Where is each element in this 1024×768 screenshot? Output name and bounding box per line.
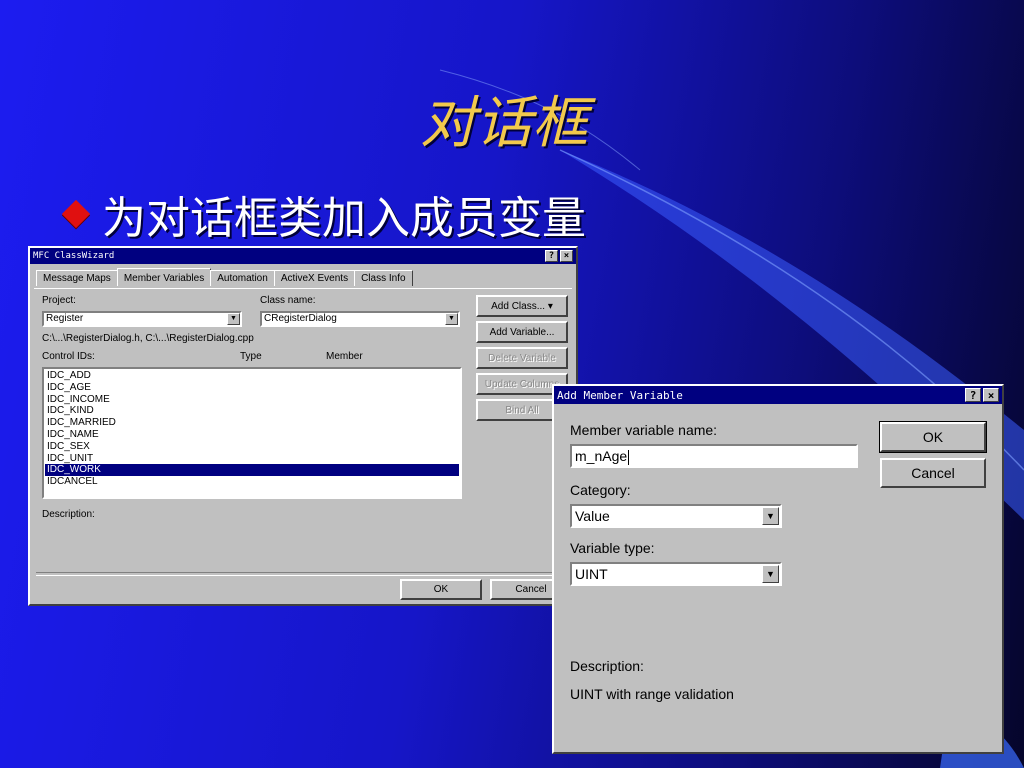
list-item[interactable]: IDCANCEL <box>45 476 459 488</box>
close-button[interactable]: × <box>983 388 999 402</box>
add-member-titlebar[interactable]: Add Member Variable ? × <box>554 386 1002 404</box>
tab-class-info[interactable]: Class Info <box>354 270 413 286</box>
classwizard-titlebar[interactable]: MFC ClassWizard ? × <box>30 248 576 264</box>
variable-type-value: UINT <box>575 566 608 582</box>
add-variable-button[interactable]: Add Variable... <box>476 321 568 343</box>
project-label: Project: <box>42 295 76 306</box>
list-item[interactable]: IDC_UNIT <box>45 453 459 465</box>
description-label: Description: <box>42 509 95 520</box>
file-paths: C:\...\RegisterDialog.h, C:\...\Register… <box>42 333 254 344</box>
project-select[interactable]: Register ▼ <box>42 311 242 327</box>
tab-activex-events[interactable]: ActiveX Events <box>273 270 356 286</box>
delete-variable-button[interactable]: Delete Variable <box>476 347 568 369</box>
tab-message-maps[interactable]: Message Maps <box>36 270 118 286</box>
help-button[interactable]: ? <box>545 250 558 262</box>
help-button[interactable]: ? <box>965 388 981 402</box>
list-item[interactable]: IDC_ADD <box>45 370 459 382</box>
close-button[interactable]: × <box>560 250 573 262</box>
variable-type-select[interactable]: UINT ▼ <box>570 562 782 586</box>
control-ids-label: Control IDs: <box>42 351 95 362</box>
bullet-item: 为对话框类加入成员变量 <box>61 182 586 246</box>
project-value: Register <box>46 313 84 324</box>
chevron-down-icon[interactable]: ▼ <box>762 565 779 583</box>
category-value: Value <box>575 508 610 524</box>
tab-automation[interactable]: Automation <box>210 270 275 286</box>
class-name-label: Class name: <box>260 295 316 306</box>
chevron-down-icon[interactable]: ▼ <box>227 313 240 325</box>
description-label: Description: <box>570 658 644 674</box>
chevron-down-icon[interactable]: ▼ <box>762 507 779 525</box>
add-member-title: Add Member Variable <box>557 388 683 402</box>
list-item[interactable]: IDC_AGE <box>45 382 459 394</box>
list-item[interactable]: IDC_KIND <box>45 405 459 417</box>
list-item[interactable]: IDC_INCOME <box>45 394 459 406</box>
list-item-selected[interactable]: IDC_WORK <box>45 464 459 477</box>
chevron-down-icon[interactable]: ▼ <box>445 313 458 325</box>
class-name-value: CRegisterDialog <box>264 313 337 324</box>
text-caret <box>628 449 630 465</box>
tab-strip: Message Maps Member Variables Automation… <box>36 268 413 286</box>
bullet-text: 为对话框类加入成员变量 <box>102 193 586 244</box>
diamond-bullet-icon <box>61 199 91 229</box>
category-label: Category: <box>570 482 631 498</box>
add-class-label: Add Class... <box>491 300 546 312</box>
description-text: UINT with range validation <box>570 686 734 702</box>
variable-type-label: Variable type: <box>570 540 655 556</box>
member-variables-panel: Project: Register ▼ Class name: CRegiste… <box>34 288 572 574</box>
slide-title: 对话框 <box>420 91 588 156</box>
list-item[interactable]: IDC_NAME <box>45 429 459 441</box>
class-name-select[interactable]: CRegisterDialog ▼ <box>260 311 460 327</box>
add-class-button[interactable]: Add Class... ▾ <box>476 295 568 317</box>
member-name-label: Member variable name: <box>570 422 718 438</box>
ok-button[interactable]: OK <box>400 579 482 600</box>
divider <box>36 572 570 576</box>
cancel-button[interactable]: Cancel <box>880 458 986 488</box>
type-column-header: Type <box>240 351 262 362</box>
category-select[interactable]: Value ▼ <box>570 504 782 528</box>
member-name-input[interactable]: m_nAge <box>570 444 858 468</box>
member-name-value: m_nAge <box>575 448 628 464</box>
list-item[interactable]: IDC_SEX <box>45 441 459 453</box>
tab-member-variables[interactable]: Member Variables <box>116 268 212 286</box>
list-item[interactable]: IDC_MARRIED <box>45 417 459 429</box>
control-ids-list[interactable]: IDC_ADD IDC_AGE IDC_INCOME IDC_KIND IDC_… <box>42 367 462 499</box>
classwizard-title: MFC ClassWizard <box>33 251 115 261</box>
member-column-header: Member <box>326 351 363 362</box>
ok-button[interactable]: OK <box>879 421 987 453</box>
classwizard-window: MFC ClassWizard ? × Message Maps Member … <box>28 246 578 606</box>
add-member-variable-dialog: Add Member Variable ? × Member variable … <box>552 384 1004 754</box>
